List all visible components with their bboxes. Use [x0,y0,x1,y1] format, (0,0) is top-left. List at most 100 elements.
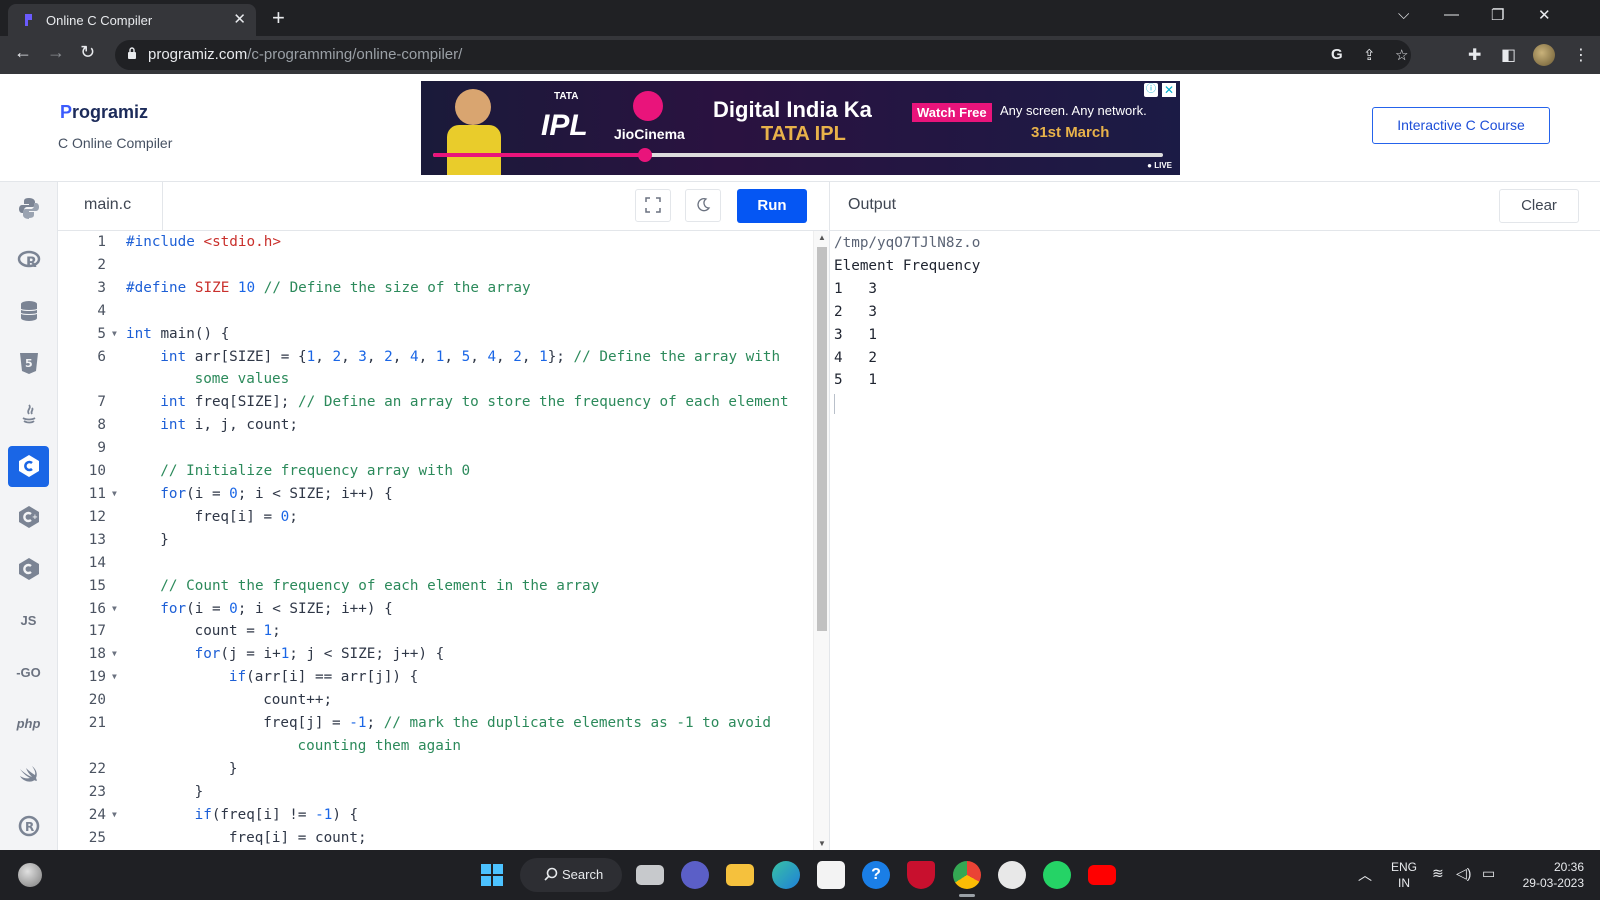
language-indicator[interactable]: ENG IN [1388,859,1420,891]
language-php-button[interactable]: php [8,703,49,744]
language-csharp-button[interactable] [8,549,49,590]
code-line[interactable]: 12 freq[i] = 0; [58,506,814,529]
language-java-button[interactable] [8,394,49,435]
extensions-icon[interactable]: ✚ [1468,45,1481,65]
code-line[interactable]: 6 int arr[SIZE] = {1, 2, 3, 2, 4, 1, 5, 4… [58,346,814,369]
code-line[interactable]: 13} [58,529,814,552]
editor-scrollbar[interactable]: ▲ ▼ [813,231,829,850]
scroll-down-icon[interactable]: ▼ [818,839,826,848]
code-editor[interactable]: 1 #include <stdio.h> 2 3 #define SIZE 10 // … [58,231,814,850]
code-line[interactable]: counting them again [58,735,814,758]
tab-search-icon[interactable]: ⌵ [1398,6,1409,23]
help-icon[interactable]: ? [862,861,890,889]
chrome-icon[interactable] [953,861,981,889]
browser-tab[interactable]: Online C Compiler ✕ [8,4,256,36]
code-line[interactable]: 4 [58,300,814,323]
window-close-icon[interactable]: ✕ [1538,6,1551,24]
fold-arrow-icon[interactable]: ▼ [110,804,124,827]
share-icon[interactable]: ⇪ [1363,46,1376,64]
interactive-course-button[interactable]: Interactive C Course [1372,107,1550,144]
code-line[interactable]: 10 // Initialize frequency array with 0 [58,460,814,483]
side-panel-icon[interactable]: ◧ [1501,45,1516,65]
code-line[interactable]: 19 ▼ if(arr[i] == arr[j]) { [58,666,814,689]
bookmark-star-icon[interactable]: ☆ [1395,46,1408,64]
task-view-icon[interactable] [636,865,664,885]
language-html-button[interactable]: 5 [8,343,49,384]
tab-close-icon[interactable]: ✕ [233,10,246,28]
code-line[interactable]: 5 ▼ int main() { [58,323,814,346]
theme-toggle-button[interactable] [685,189,721,222]
fold-arrow-icon[interactable]: ▼ [110,643,124,666]
code-line[interactable]: 23} [58,781,814,804]
code-line[interactable]: 25 freq[i] = count; [58,827,814,850]
forward-icon[interactable]: → [47,42,65,63]
wifi-icon[interactable]: ≋ [1432,865,1444,882]
reload-icon[interactable]: ↻ [80,42,95,63]
output-console[interactable]: /tmp/yqO7TJlN8z.o Element Frequency 1 3 2 3… [829,231,1600,850]
maximize-icon[interactable]: ❐ [1491,6,1504,24]
new-tab-button[interactable]: + [272,5,285,31]
fold-arrow-icon[interactable]: ▼ [110,598,124,621]
address-bar[interactable]: programiz.com/c-programming/online-compi… [115,40,1411,70]
minimize-icon[interactable]: — [1444,6,1459,23]
fullscreen-button[interactable] [635,189,671,222]
google-icon[interactable]: G [1331,46,1343,63]
file-tab[interactable]: main.c [58,182,163,231]
volume-icon[interactable]: ◁) [1456,865,1471,882]
code-line[interactable]: 18 ▼ for(j = i+1; j < SIZE; j++) { [58,643,814,666]
code-line[interactable]: 20 count++; [58,689,814,712]
store-icon[interactable] [817,861,845,889]
weather-widget-icon[interactable] [18,863,42,887]
edge-icon[interactable] [772,861,800,889]
code-line[interactable]: 11 ▼ for(i = 0; i < SIZE; i++) { [58,483,814,506]
code-line[interactable]: 8 int i, j, count; [58,414,814,437]
scroll-thumb[interactable] [817,247,827,631]
profile-avatar[interactable] [1533,44,1555,66]
file-explorer-icon[interactable] [726,864,754,886]
code-line[interactable]: 9 [58,437,814,460]
language-sql-button[interactable] [8,291,49,332]
teams-chat-icon[interactable] [681,861,709,889]
code-line[interactable]: 22} [58,758,814,781]
back-icon[interactable]: ← [14,42,32,63]
language-cpp-button[interactable]: + [8,497,49,538]
programiz-logo[interactable]: Programiz [60,102,148,123]
code-line[interactable]: 24 ▼ if(freq[i] != -1) { [58,804,814,827]
code-line[interactable]: 2 [58,254,814,277]
start-icon[interactable] [480,863,504,887]
fold-arrow-icon[interactable]: ▼ [110,483,124,506]
code-line[interactable]: 17 count = 1; [58,620,814,643]
code-line[interactable]: 3 #define SIZE 10 // Define the size of t… [58,277,814,300]
code-line[interactable]: some values [58,368,814,391]
language-c-button[interactable] [8,445,49,487]
ad-info-icon[interactable]: ⓘ [1144,83,1158,97]
ad-close-icon[interactable]: ✕ [1162,83,1176,97]
language-swift-button[interactable] [8,755,49,796]
code-line[interactable]: 21 freq[j] = -1; // mark the duplicate el… [58,712,814,735]
code-line[interactable]: 1 #include <stdio.h> [58,231,814,254]
language-rust-button[interactable]: R [8,806,49,847]
mcafee-icon[interactable] [907,861,935,889]
ad-banner[interactable]: TATA IPL JioCinema Digital India Ka TATA… [421,81,1180,175]
fold-arrow-icon[interactable]: ▼ [110,666,124,689]
battery-icon[interactable]: ▭ [1482,865,1495,882]
github-icon[interactable] [998,861,1026,889]
language-js-button[interactable]: JS [8,600,49,641]
taskbar-search[interactable]: Search [520,858,622,892]
fold-arrow-icon[interactable]: ▼ [110,323,124,346]
tray-overflow-icon[interactable]: ︿ [1358,865,1372,885]
browser-menu-icon[interactable]: ⋮ [1573,45,1589,65]
clock[interactable]: 20:36 29-03-2023 [1508,859,1584,891]
code-line[interactable]: 7 int freq[SIZE]; // Define an array to s… [58,391,814,414]
run-button[interactable]: Run [737,189,807,223]
clear-button[interactable]: Clear [1499,189,1579,223]
language-python-button[interactable] [8,188,49,229]
youtube-icon[interactable] [1088,865,1116,885]
code-line[interactable]: 15 // Count the frequency of each element… [58,575,814,598]
whatsapp-icon[interactable] [1043,861,1071,889]
scroll-up-icon[interactable]: ▲ [818,233,826,242]
language-go-button[interactable]: -GO [8,652,49,693]
language-r-button[interactable]: R [8,240,49,281]
code-line[interactable]: 16 ▼ for(i = 0; i < SIZE; i++) { [58,598,814,621]
code-line[interactable]: 14 [58,552,814,575]
